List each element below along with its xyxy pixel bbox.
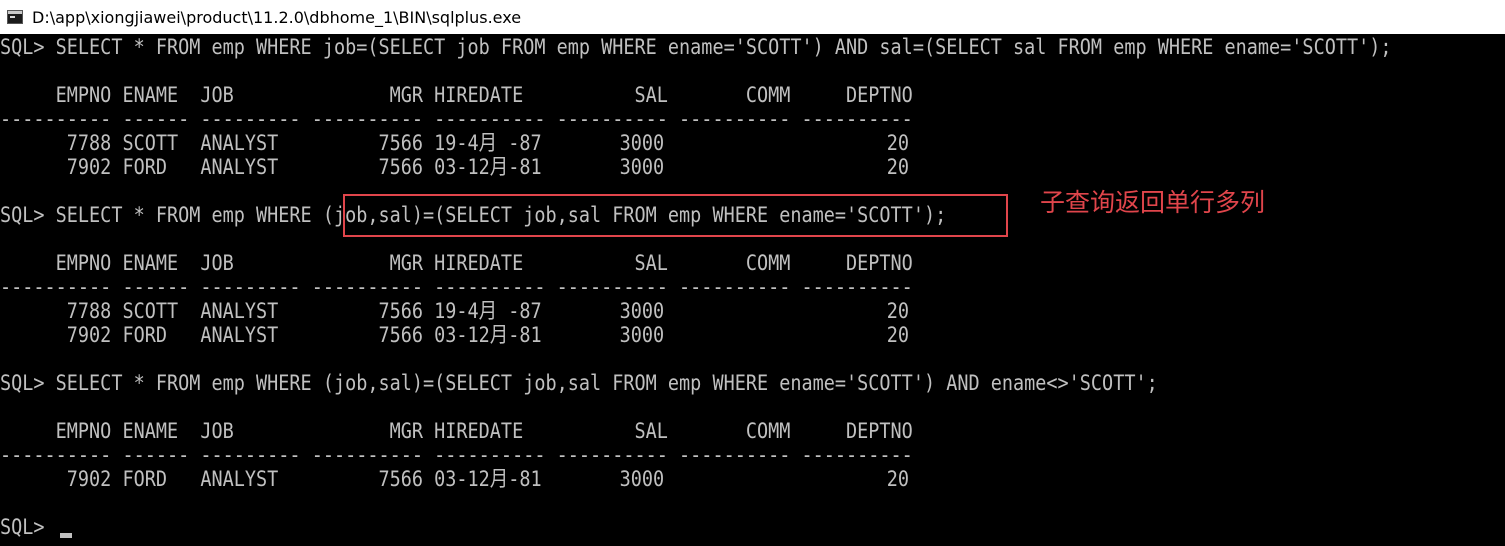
console-output[interactable]: SQL> SELECT * FROM emp WHERE job=(SELECT… [0, 34, 1505, 546]
result-separator: ---------- ------ --------- ---------- -… [0, 107, 913, 132]
result-separator: ---------- ------ --------- ---------- -… [0, 275, 913, 300]
result-header: EMPNO ENAME JOB MGR HIREDATE SAL COMM DE… [0, 83, 913, 108]
sql-command-line: SQL> SELECT * FROM emp WHERE (job,sal)=(… [0, 371, 1158, 396]
result-row: 7788 SCOTT ANALYST 7566 19-4月 -87 3000 2… [0, 299, 910, 324]
sql-prompt: SQL> [0, 515, 45, 540]
title-bar[interactable]: D:\app\xiongjiawei\product\11.2.0\dbhome… [0, 0, 1505, 34]
result-row: 7902 FORD ANALYST 7566 03-12月-81 3000 20 [0, 323, 910, 348]
sqlplus-window: D:\app\xiongjiawei\product\11.2.0\dbhome… [0, 0, 1505, 546]
result-header: EMPNO ENAME JOB MGR HIREDATE SAL COMM DE… [0, 419, 913, 444]
text-cursor [60, 533, 72, 538]
result-row: 7902 FORD ANALYST 7566 03-12月-81 3000 20 [0, 155, 910, 180]
console-app-icon [7, 10, 23, 24]
window-title: D:\app\xiongjiawei\product\11.2.0\dbhome… [32, 7, 522, 27]
sql-command-line: SQL> SELECT * FROM emp WHERE job=(SELECT… [0, 35, 1392, 60]
result-row: 7788 SCOTT ANALYST 7566 19-4月 -87 3000 2… [0, 131, 910, 156]
result-row: 7902 FORD ANALYST 7566 03-12月-81 3000 20 [0, 467, 910, 492]
result-separator: ---------- ------ --------- ---------- -… [0, 443, 913, 468]
result-header: EMPNO ENAME JOB MGR HIREDATE SAL COMM DE… [0, 251, 913, 276]
annotation-label: 子查询返回单行多列 [1040, 188, 1266, 217]
highlight-box [343, 194, 1008, 237]
